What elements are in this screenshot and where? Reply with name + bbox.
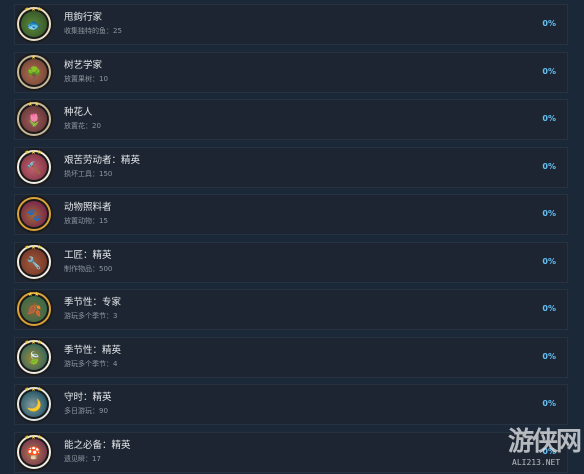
achievement-description: 游玩多个季节：4 [64,360,118,368]
badge-glyph: 🌷 [26,113,42,127]
achievement-unlock-percent: 0% [542,19,556,28]
achievement-description: 放置花：20 [64,122,101,130]
achievement-name: 能之必备：精英 [64,440,131,451]
fishing-badge-icon: ★★★ 🐟 [15,5,53,43]
achievement-row[interactable]: ★★★ 🍃 季节性：精英 游玩多个季节：4 0% [14,337,568,378]
achievement-description: 游玩多个季节：3 [64,312,118,320]
achievement-unlock-percent: 0% [542,209,556,218]
tools-badge-icon: ★★★ 🔨 [15,148,53,186]
watermark-logo: 游侠网 [508,427,582,457]
flower-badge-icon: ★★ 🌷 [15,100,53,138]
site-watermark: 游侠网 ALI213.NET [508,427,582,472]
seasons-elite-badge-icon: ★★★ 🍃 [15,338,53,376]
clock-badge-icon: ★★★ 🌙 [15,385,53,423]
achievement-row[interactable]: ★ 🌳 树艺学家 放置果树：10 0% [14,52,568,93]
achievement-name: 动物照料者 [64,202,112,213]
badge-glyph: 🔧 [26,256,42,270]
achievement-unlock-percent: 0% [542,67,556,76]
achievement-unlock-percent: 0% [542,352,556,361]
badge-stars: ★★★ [24,434,44,441]
badge-glyph: 🌳 [26,66,42,80]
achievement-name: 树艺学家 [64,60,103,71]
badge-glyph: 🍃 [26,351,42,365]
badge-stars: ★ [30,54,38,61]
achievement-row[interactable]: ★★★ 🐟 甩鉤行家收集独特的鱼：25 0% [14,4,568,45]
achievement-row[interactable]: ★★ 🌷 种花人放置花：20 0% [14,99,568,140]
achievement-row[interactable]: ★★ 🍂 季节性：专家 游玩多个季节：3 0% [14,289,568,330]
badge-glyph: 🌙 [26,398,42,412]
animal-care-badge-icon: 🐾 [15,195,53,233]
achievement-name: 种花人 [64,107,93,118]
badge-stars: ★★★ [24,339,44,346]
achievement-unlock-percent: 0% [542,257,556,266]
achievement-description: 放置动物：15 [64,217,108,225]
achievement-name: 艰苦劳动者：精英 [64,155,141,166]
crafting-badge-icon: ★★★ 🔧 [15,243,53,281]
badge-glyph: 🍄 [26,446,42,460]
achievement-description: 制作物品：500 [64,265,113,273]
achievement-list: ★★★ 🐟 甩鉤行家 收集独特的鱼：25 0% ★ 🌳 树艺学家 放置果树：10 0% ★★ 🌷 种花人… [0,0,584,474]
achievement-unlock-percent: 0% [542,304,556,313]
achievement-name: 工匠：精英 [64,250,112,261]
badge-stars: ★★★ [24,149,44,156]
achievement-name: 季节性：精英 [64,345,122,356]
achievement-unlock-percent: 0% [542,114,556,123]
badge-glyph: 🐟 [26,18,42,32]
achievement-row[interactable]: ★★★ 🔧 工匠：精英制作物品：500 0% [14,242,568,283]
seasons-badge-icon: ★★ 🍂 [15,290,53,328]
achievement-description: 放置果树：10 [64,75,108,83]
badge-glyph: 🐾 [26,208,42,222]
essentials-badge-icon: ★★★ 🍄 [15,433,53,471]
fruit-tree-badge-icon: ★ 🌳 [15,53,53,91]
badge-glyph: 🍂 [26,303,42,317]
badge-stars: ★★★ [24,6,44,13]
achievement-name: 甩鉤行家 [64,12,103,23]
achievement-row[interactable]: 🐾 动物照料者放置动物：15 0% [14,194,568,235]
achievement-description: 多日游玩：90 [64,407,108,415]
badge-stars: ★★★ [24,386,44,393]
achievement-name: 守时：精英 [64,392,112,403]
achievement-description: 收集独特的鱼：25 [64,27,122,35]
badge-stars: ★★★ [24,244,44,251]
achievement-row[interactable]: ★★★ 🍄 能之必备：精英 遗见瞬：17 0% [14,432,568,473]
badge-stars: ★★ [27,291,41,298]
achievement-unlock-percent: 0% [542,399,556,408]
watermark-domain: ALI213.NET [512,458,561,467]
achievement-row[interactable]: ★★★ 🔨 艰苦劳动者：精英 损坏工具：150 0% [14,147,568,188]
achievement-description: 遗见瞬：17 [64,455,101,463]
badge-glyph: 🔨 [26,161,42,175]
achievement-row[interactable]: ★★★ 🌙 守时：精英多日游玩：90 0% [14,384,568,425]
achievement-description: 损坏工具：150 [64,170,113,178]
badge-stars: ★★ [27,101,41,108]
achievement-name: 季节性：专家 [64,297,122,308]
achievement-unlock-percent: 0% [542,162,556,171]
